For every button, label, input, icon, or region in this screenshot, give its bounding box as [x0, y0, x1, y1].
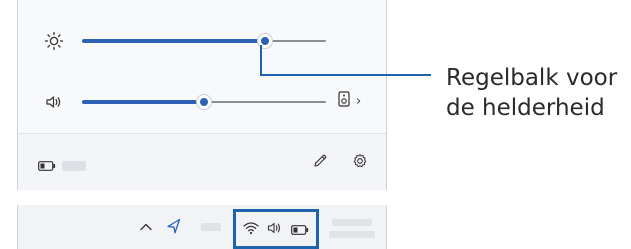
audio-device-icon [338, 91, 350, 111]
panel-footer [18, 134, 386, 190]
battery-icon [38, 156, 56, 175]
chevron-right-icon: › [356, 93, 362, 109]
gear-icon[interactable] [350, 151, 370, 171]
battery-status[interactable] [38, 156, 86, 175]
chevron-up-icon[interactable] [136, 217, 156, 237]
location-arrow-icon[interactable] [164, 216, 184, 236]
pencil-icon[interactable] [310, 151, 330, 171]
callout-line-horizontal [260, 74, 431, 76]
volume-slider-track[interactable] [82, 94, 326, 110]
clock-time-obscured[interactable] [332, 219, 372, 226]
volume-slider-thumb[interactable] [196, 94, 212, 110]
sun-icon [44, 31, 64, 51]
volume-slider-fill [82, 100, 204, 104]
wifi-icon [243, 220, 259, 239]
taskbar [17, 205, 387, 249]
brightness-slider-track[interactable] [82, 33, 326, 49]
quick-settings-panel: › [17, 0, 387, 190]
sliders-section: › [18, 0, 386, 134]
system-tray-highlight[interactable] [233, 209, 319, 249]
battery-icon [291, 220, 309, 239]
speaker-icon [267, 220, 283, 239]
callout-line-vertical [260, 45, 262, 76]
callout-label: Regelbalk voor de helderheid [446, 63, 617, 123]
obscured-tray-item [201, 223, 221, 231]
callout-line-2: de helderheid [446, 95, 605, 121]
volume-row: › [18, 90, 386, 114]
audio-output-button[interactable]: › [338, 91, 361, 111]
battery-percentage-obscured [62, 160, 86, 171]
brightness-row [18, 29, 386, 53]
speaker-icon [44, 92, 64, 112]
brightness-slider-fill [82, 39, 265, 43]
callout-line-1: Regelbalk voor [446, 65, 618, 91]
clock-date-obscured[interactable] [329, 231, 375, 238]
